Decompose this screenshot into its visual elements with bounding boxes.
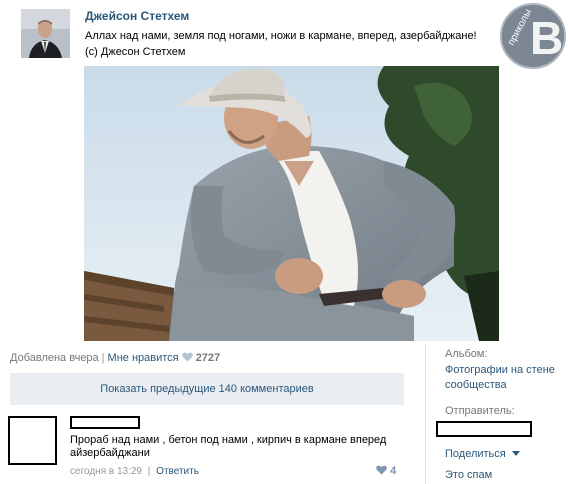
column-divider bbox=[425, 344, 426, 484]
svg-text:B: B bbox=[530, 12, 563, 64]
like-button[interactable]: Мне нравится bbox=[108, 352, 179, 364]
share-button[interactable]: Поделиться bbox=[445, 448, 520, 460]
show-previous-comments-button[interactable]: Показать предыдущие 140 комментариев bbox=[10, 373, 404, 405]
post-meta: Добавлена вчера | Мне нравится 2727 bbox=[10, 352, 220, 364]
album-link[interactable]: Фотографии на стене сообщества bbox=[445, 363, 565, 393]
sender-label: Отправитель: bbox=[445, 405, 515, 417]
comment-like-count: 4 bbox=[390, 465, 397, 477]
post-text-line: (c) Джесон Стетхем bbox=[85, 46, 186, 58]
comment-author-name[interactable] bbox=[70, 416, 140, 429]
author-avatar[interactable] bbox=[21, 9, 70, 58]
comment-time[interactable]: сегодня в 13:29 bbox=[70, 466, 142, 477]
watermark-logo: B приколы bbox=[499, 2, 567, 70]
comment-like-button[interactable]: 4 bbox=[376, 465, 396, 477]
avatar-image bbox=[21, 9, 70, 58]
post-author-name[interactable]: Джейсон Стетхем bbox=[85, 9, 189, 23]
chevron-down-icon bbox=[511, 451, 520, 456]
post-photo[interactable] bbox=[84, 66, 499, 341]
post-date: Добавлена вчера bbox=[10, 352, 99, 364]
reply-button[interactable]: Ответить bbox=[156, 466, 199, 477]
post-text: Аллах над нами, земля под ногами, ножи в… bbox=[85, 28, 485, 60]
report-spam-link[interactable]: Это спам bbox=[445, 469, 492, 481]
heart-icon bbox=[376, 465, 387, 475]
comment-avatar[interactable] bbox=[8, 416, 57, 465]
comment-text: Прораб над нами , бетон под нами , кирпи… bbox=[70, 434, 387, 459]
sender-name[interactable] bbox=[436, 421, 532, 437]
meta-separator: | bbox=[101, 352, 105, 364]
album-label: Альбом: bbox=[445, 348, 488, 360]
heart-icon[interactable] bbox=[181, 352, 193, 362]
comment-meta-separator: | bbox=[147, 466, 151, 477]
like-count: 2727 bbox=[195, 352, 221, 364]
post-text-line: Аллах над нами, земля под ногами, ножи в… bbox=[85, 30, 477, 42]
share-label: Поделиться bbox=[445, 448, 506, 460]
comment-meta: сегодня в 13:29 | Ответить bbox=[70, 466, 199, 477]
